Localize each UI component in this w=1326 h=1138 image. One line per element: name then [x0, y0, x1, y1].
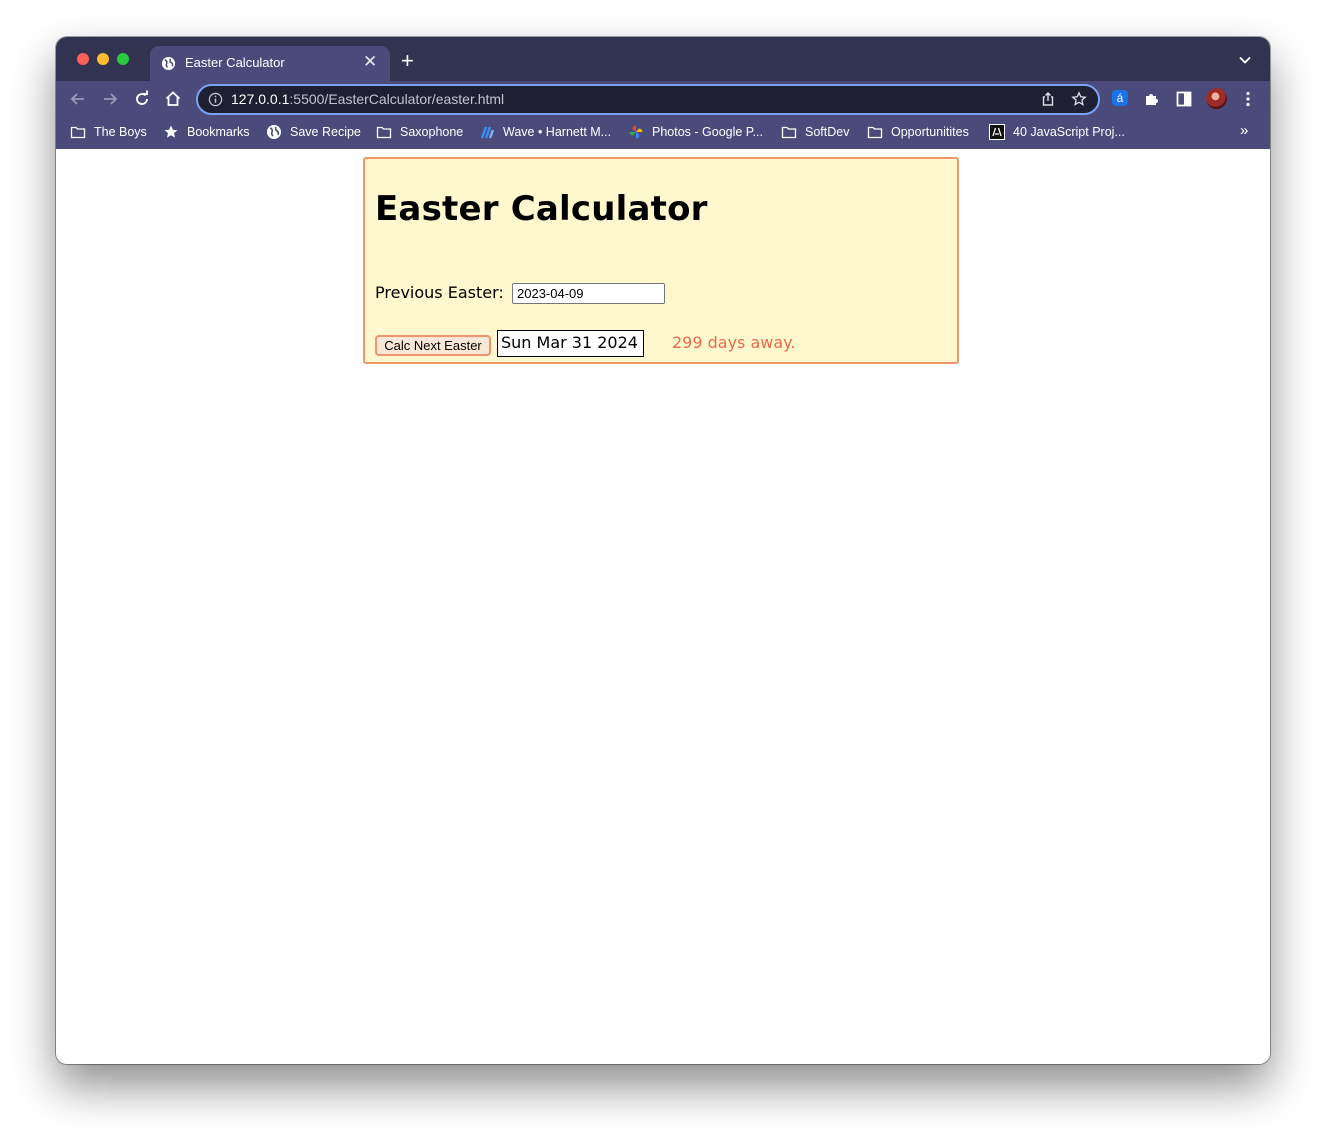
info-icon[interactable]: [208, 92, 223, 107]
bookmark-label: Save Recipe: [290, 125, 361, 139]
calc-next-easter-button[interactable]: Calc Next Easter: [375, 335, 491, 356]
side-panel-icon[interactable]: [1174, 89, 1194, 109]
maximize-window-button[interactable]: [117, 53, 129, 65]
bookmark-opportunitites[interactable]: Opportunitites: [867, 122, 969, 142]
bookmark-saxophone[interactable]: Saxophone: [376, 122, 463, 142]
url-text: 127.0.0.1:5500/EasterCalculator/easter.h…: [231, 91, 504, 107]
bookmark-save-recipe[interactable]: Save Recipe: [266, 122, 361, 142]
minimize-window-button[interactable]: [97, 53, 109, 65]
folder-icon: [70, 126, 86, 139]
bookmark-wave[interactable]: Wave • Harnett M...: [479, 122, 611, 142]
previous-easter-label: Previous Easter:: [375, 283, 504, 302]
folder-icon: [781, 126, 797, 139]
kebab-menu-icon[interactable]: [1238, 89, 1258, 109]
bookmarks-bar: The Boys Bookmarks Save Recipe Saxophone…: [56, 117, 1270, 149]
tab-title: Easter Calculator: [185, 55, 285, 70]
reload-icon[interactable]: [132, 89, 152, 109]
profile-avatar[interactable]: [1206, 88, 1227, 109]
easter-calculator-card: Easter Calculator Previous Easter: Calc …: [363, 157, 959, 364]
globe-icon: [161, 56, 176, 71]
bookmark-softdev[interactable]: SoftDev: [781, 122, 849, 142]
js-icon: [989, 124, 1005, 140]
previous-easter-input[interactable]: [512, 283, 665, 304]
puzzle-icon[interactable]: [1142, 89, 1162, 109]
bookmark-bookmarks[interactable]: Bookmarks: [163, 122, 250, 142]
bookmark-star-icon[interactable]: [1071, 91, 1087, 107]
back-arrow-icon[interactable]: [68, 89, 88, 109]
extension-icon[interactable]: á: [1112, 90, 1128, 106]
bookmark-label: Bookmarks: [187, 125, 250, 139]
page-title: Easter Calculator: [375, 189, 708, 229]
address-bar[interactable]: 127.0.0.1:5500/EasterCalculator/easter.h…: [196, 84, 1100, 115]
next-easter-result: Sun Mar 31 2024: [497, 330, 644, 357]
tab-strip: Easter Calculator ✕ +: [56, 37, 1270, 81]
url-path: :5500/EasterCalculator/easter.html: [289, 91, 505, 107]
bookmark-the-boys[interactable]: The Boys: [70, 122, 147, 142]
bookmark-photos[interactable]: Photos - Google P...: [628, 122, 763, 142]
days-away-text: 299 days away.: [672, 333, 796, 352]
browser-window: Easter Calculator ✕ + 127.0.0.1:5500/Eas…: [56, 37, 1270, 1064]
toolbar: 127.0.0.1:5500/EasterCalculator/easter.h…: [56, 81, 1270, 117]
bookmark-label: Opportunitites: [891, 125, 969, 139]
bookmark-label: The Boys: [94, 125, 147, 139]
wave-icon: [480, 126, 495, 139]
globe-icon: [267, 125, 281, 139]
bookmark-label: 40 JavaScript Proj...: [1013, 125, 1125, 139]
chevron-down-icon[interactable]: [1239, 54, 1251, 66]
folder-icon: [867, 126, 883, 139]
url-host: 127.0.0.1: [231, 91, 290, 107]
star-icon: [164, 125, 178, 138]
bookmark-label: Wave • Harnett M...: [503, 125, 612, 139]
close-window-button[interactable]: [77, 53, 89, 65]
new-tab-button[interactable]: +: [401, 50, 414, 72]
folder-icon: [376, 126, 392, 139]
more-bookmarks-button[interactable]: »: [1240, 122, 1248, 139]
bookmark-label: Saxophone: [400, 125, 464, 139]
close-icon[interactable]: ✕: [363, 52, 377, 72]
home-icon[interactable]: [163, 89, 183, 109]
bookmark-label: Photos - Google P...: [652, 125, 763, 139]
pinwheel-icon: [629, 125, 643, 139]
page-viewport: Easter Calculator Previous Easter: Calc …: [56, 149, 1270, 1064]
share-icon[interactable]: [1040, 91, 1056, 107]
forward-arrow-icon[interactable]: [100, 89, 120, 109]
tab-easter-calculator[interactable]: Easter Calculator ✕: [150, 46, 390, 81]
bookmark-40-javascript-projects[interactable]: 40 JavaScript Proj...: [989, 122, 1125, 142]
bookmark-label: SoftDev: [805, 125, 850, 139]
